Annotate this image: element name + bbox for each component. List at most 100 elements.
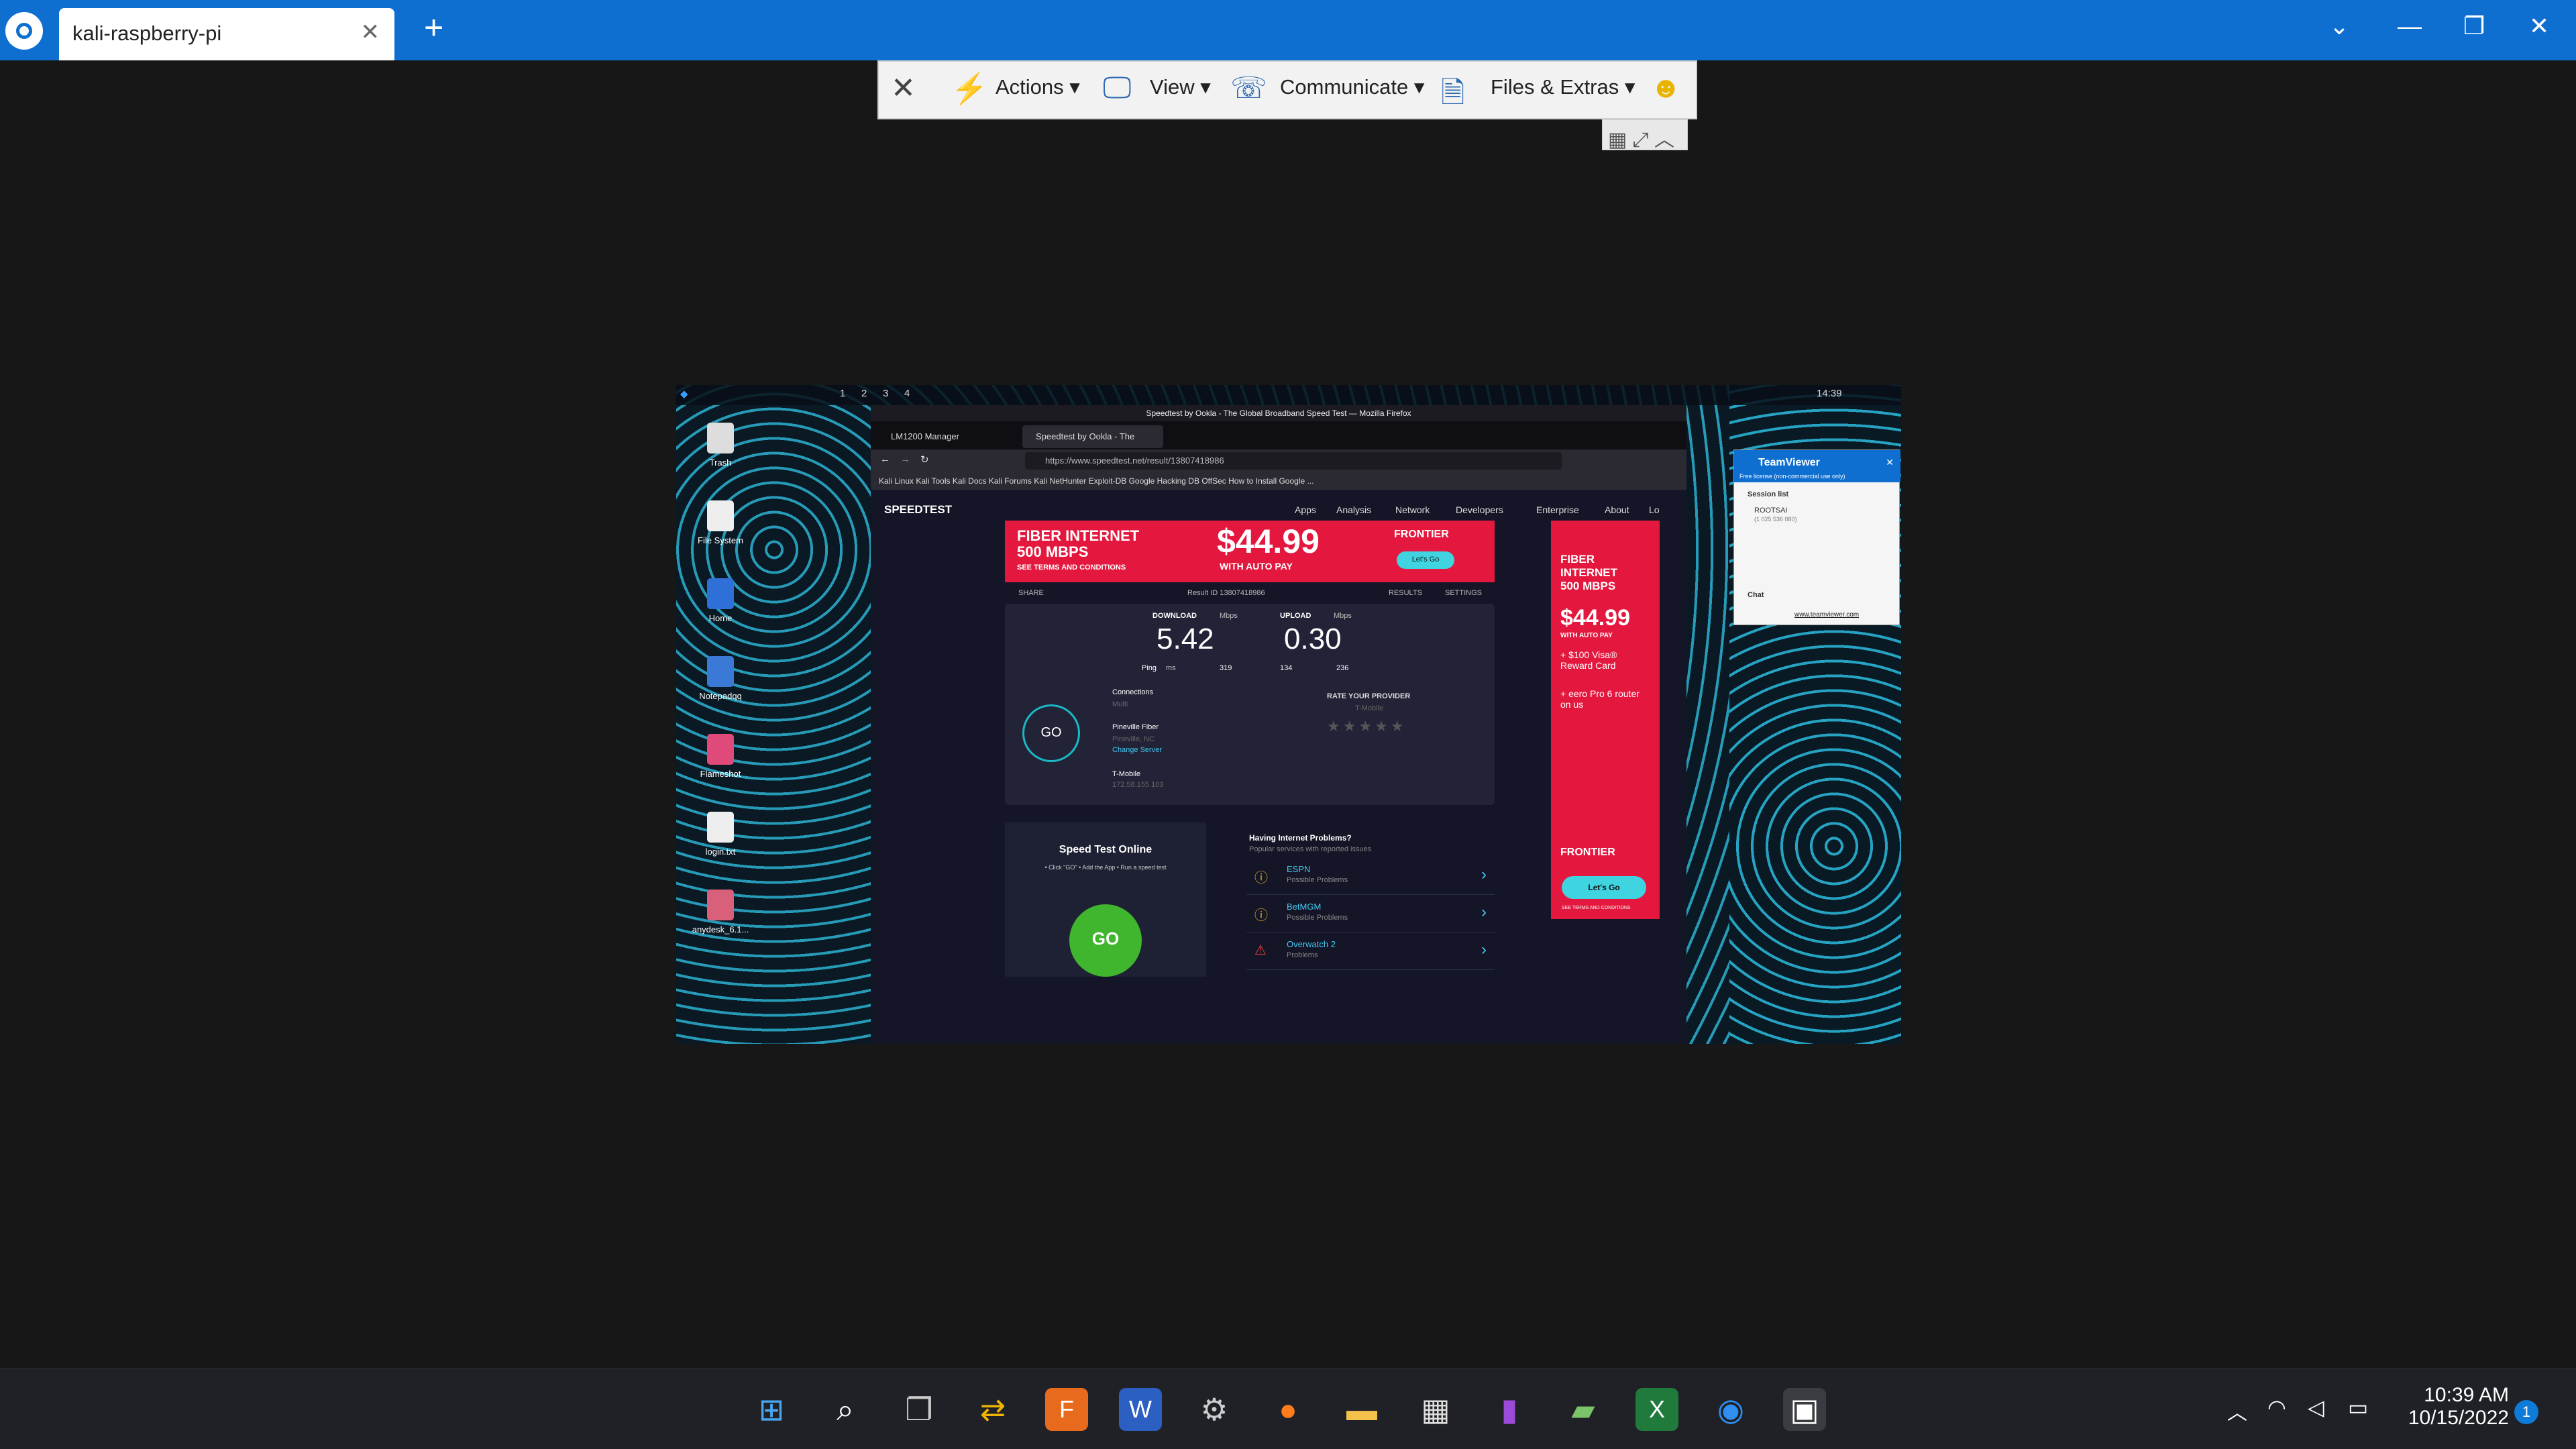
nav-analysis[interactable]: Analysis: [1336, 504, 1371, 515]
chart-app-icon[interactable]: ▮: [1488, 1388, 1531, 1431]
feedback-smiley-icon[interactable]: ☻: [1650, 71, 1681, 105]
steam-icon[interactable]: ⚙: [1193, 1388, 1236, 1431]
search-icon[interactable]: ⌕: [824, 1388, 867, 1431]
firefox-navbar: ← → ↻ https://www.speedtest.net/result/1…: [871, 449, 1686, 472]
volume-icon[interactable]: ◁: [2308, 1395, 2324, 1420]
desktop-icon-label: Notepadqq: [699, 691, 742, 701]
communicate-menu[interactable]: Communicate ▾: [1280, 75, 1424, 99]
ad-cta-button[interactable]: Let's Go: [1397, 551, 1454, 569]
word-icon[interactable]: W: [1119, 1388, 1162, 1431]
problem-name: ESPN: [1287, 864, 1311, 874]
store-icon[interactable]: ▦: [1414, 1388, 1457, 1431]
foxit-icon[interactable]: F: [1045, 1388, 1088, 1431]
desktop-icon-anydesk[interactable]: anydesk_6.1...: [687, 890, 754, 934]
taskbar-clock[interactable]: 10:39 AM 10/15/2022: [2388, 1384, 2509, 1430]
results-link[interactable]: RESULTS: [1389, 589, 1422, 597]
change-server-link[interactable]: Change Server: [1112, 746, 1162, 754]
nav-enterprise[interactable]: Enterprise: [1536, 504, 1579, 515]
workspace-2[interactable]: 2: [861, 388, 867, 399]
side-ad-bullet2: + eero Pro 6 router on us: [1560, 688, 1640, 710]
problem-row-betmgm[interactable]: ⓘ BetMGM Possible Problems ›: [1246, 898, 1495, 932]
toolbar-mini-controls[interactable]: ▦ ⤢ ︿: [1602, 119, 1688, 151]
frontier-ad-banner[interactable]: FIBER INTERNET 500 MBPS SEE TERMS AND CO…: [1005, 521, 1495, 582]
teamviewer-link[interactable]: www.teamviewer.com: [1794, 611, 1859, 619]
ad2-go-button[interactable]: GO: [1069, 904, 1142, 977]
tray-overflow-icon[interactable]: ︿: [2227, 1396, 2247, 1426]
settings-link[interactable]: SETTINGS: [1445, 589, 1482, 597]
tabs-dropdown-icon[interactable]: ⌄: [2329, 12, 2349, 40]
jitter-value: 134: [1280, 664, 1293, 672]
workspace-1[interactable]: 1: [840, 388, 845, 399]
flameshot-icon: [707, 734, 734, 765]
desktop-icon-notepadqq[interactable]: Notepadqq: [687, 656, 754, 701]
excel-icon[interactable]: X: [1635, 1388, 1678, 1431]
server-name: Pineville Fiber: [1112, 723, 1159, 731]
nav-developers[interactable]: Developers: [1456, 504, 1503, 515]
start-button[interactable]: ⊞: [750, 1388, 793, 1431]
reload-icon[interactable]: ↻: [920, 453, 929, 466]
tab-speedtest[interactable]: Speedtest by Ookla - The: [1022, 425, 1163, 448]
back-icon[interactable]: ←: [880, 453, 890, 465]
close-session-button[interactable]: ✕: [891, 71, 916, 105]
view-menu[interactable]: View ▾: [1150, 75, 1211, 99]
desktop-icon-login[interactable]: login.txt: [687, 812, 754, 857]
teamviewer-taskbar-icon[interactable]: ◉: [1709, 1388, 1752, 1431]
nav-about[interactable]: About: [1605, 504, 1629, 515]
bookmarks-bar[interactable]: Kali Linux Kali Tools Kali Docs Kali For…: [871, 472, 1686, 490]
forward-icon[interactable]: →: [900, 453, 910, 465]
upload-value: 0.30: [1284, 623, 1342, 655]
notification-badge[interactable]: 1: [2514, 1400, 2538, 1424]
desktop-icon-trash[interactable]: Trash: [687, 423, 754, 468]
wifi-icon[interactable]: ◠: [2267, 1395, 2286, 1420]
desktop-icon-label: anydesk_6.1...: [692, 924, 749, 934]
file-explorer-icon[interactable]: ▬: [1340, 1388, 1383, 1431]
tab-close-icon[interactable]: ✕: [361, 19, 380, 46]
problem-row-espn[interactable]: ⓘ ESPN Possible Problems ›: [1246, 860, 1495, 895]
session-name[interactable]: ROOTSAI: [1754, 506, 1788, 515]
close-window-button[interactable]: ✕: [2529, 12, 2549, 40]
kali-menu-icon[interactable]: ◆: [680, 388, 688, 400]
nav-network[interactable]: Network: [1395, 504, 1430, 515]
nav-login[interactable]: Lo: [1649, 504, 1660, 515]
tab-kali-raspberry-pi[interactable]: kali-raspberry-pi ✕: [59, 8, 394, 60]
remote-session-icon[interactable]: ▣: [1783, 1388, 1826, 1431]
frontier-ad-side[interactable]: FIBER INTERNET 500 MBPS $44.99 WITH AUTO…: [1551, 521, 1660, 919]
image-app-icon[interactable]: ▰: [1562, 1388, 1605, 1431]
problem-row-overwatch[interactable]: ⚠ Overwatch 2 Problems ›: [1246, 935, 1495, 970]
side-ad-cta-button[interactable]: Let's Go: [1562, 876, 1646, 899]
battery-icon[interactable]: ▭: [2348, 1395, 2368, 1420]
remote-screen[interactable]: ◆ 1 2 3 4 14:39 Trash File System Home N…: [676, 385, 1901, 1044]
tab-lm1200[interactable]: LM1200 Manager: [877, 425, 1018, 448]
actions-menu[interactable]: Actions ▾: [996, 75, 1080, 99]
go-button[interactable]: GO: [1022, 704, 1080, 762]
rating-stars[interactable]: ★★★★★: [1327, 718, 1407, 735]
maximize-button[interactable]: ❐: [2463, 12, 2485, 40]
task-view-icon[interactable]: ❐: [898, 1388, 941, 1431]
communicate-icon: ☏: [1230, 72, 1268, 105]
desktop-icon-flameshot[interactable]: Flameshot: [687, 734, 754, 779]
chat-header[interactable]: Chat: [1748, 591, 1764, 599]
speedtest-logo[interactable]: SPEEDTEST: [884, 503, 952, 517]
desktop-icon-home[interactable]: Home: [687, 578, 754, 623]
nav-apps[interactable]: Apps: [1295, 504, 1316, 515]
session-list-header[interactable]: Session list: [1748, 490, 1788, 498]
result-id[interactable]: Result ID 13807418986: [1187, 589, 1265, 597]
problems-title: Having Internet Problems?: [1249, 833, 1352, 843]
url-bar[interactable]: https://www.speedtest.net/result/1380741…: [1025, 452, 1562, 470]
transfer-app-icon[interactable]: ⇄: [971, 1388, 1014, 1431]
new-tab-button[interactable]: +: [424, 8, 443, 47]
files-extras-menu[interactable]: Files & Extras ▾: [1491, 75, 1635, 99]
side-ad-terms: SEE TERMS AND CONDITIONS: [1562, 906, 1631, 910]
tv-panel-close-icon[interactable]: ✕: [1886, 457, 1894, 468]
mini-controls-icons: ▦ ⤢ ︿: [1608, 129, 1675, 151]
minimize-button[interactable]: —: [2398, 12, 2422, 40]
firefox-icon[interactable]: ●: [1267, 1388, 1309, 1431]
workspace-4[interactable]: 4: [904, 388, 910, 399]
speed-test-online-ad[interactable]: Speed Test Online • Click "GO" • Add the…: [1005, 822, 1206, 977]
monitor-icon: 🖵: [1103, 71, 1132, 104]
ping-value: 319: [1220, 664, 1232, 672]
workspace-3[interactable]: 3: [883, 388, 888, 399]
desktop-icon-filesystem[interactable]: File System: [687, 500, 754, 545]
tv-panel-title: TeamViewer: [1758, 457, 1820, 468]
connections-value: Multi: [1112, 700, 1128, 708]
